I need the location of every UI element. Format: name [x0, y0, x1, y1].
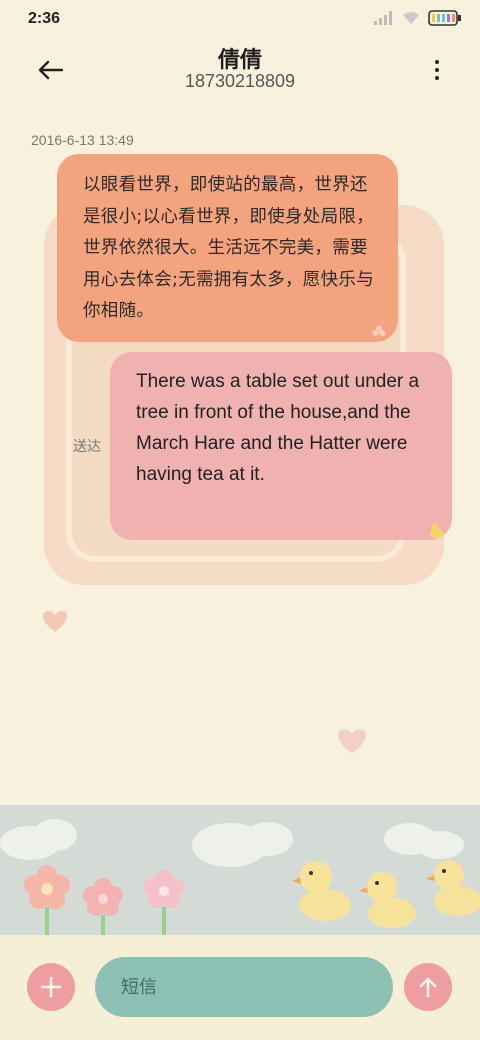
wifi-icon — [403, 12, 419, 24]
contact-name: 倩倩 — [217, 48, 262, 73]
status-icons — [374, 10, 462, 26]
scenery-illustration — [0, 805, 480, 935]
plus-icon — [40, 976, 62, 998]
add-attachment-button[interactable] — [27, 963, 75, 1011]
incoming-message-bubble[interactable]: 以眼看世界，即使站的最高，世界还是很小;以心看世界，即使身处局限，世界依然很大。… — [57, 154, 398, 342]
heart-decoration-icon — [43, 611, 67, 632]
battery-icon — [428, 10, 461, 26]
decorative-scenery — [0, 805, 480, 935]
more-vertical-icon — [435, 60, 439, 64]
message-input[interactable] — [95, 957, 393, 1017]
outgoing-message-bubble[interactable]: There was a table set out under a tree i… — [110, 352, 452, 540]
arrow-up-icon — [419, 977, 437, 998]
send-button[interactable] — [404, 963, 452, 1011]
heart-decoration-icon — [338, 729, 366, 754]
contact-phone-number: 18730218809 — [184, 71, 296, 91]
more-options-button[interactable] — [430, 54, 444, 86]
signal-icon — [374, 11, 392, 25]
status-time: 2:36 — [28, 10, 61, 27]
duck-decoration-icon — [428, 524, 444, 539]
conversation-header: 倩倩 18730218809 — [0, 40, 480, 106]
status-bar: 2:36 — [0, 0, 480, 40]
message-timestamp: 2016-6-13 13:49 — [31, 132, 134, 148]
message-delivered-status: 送达 — [73, 439, 101, 455]
flower-decoration-icon — [372, 325, 386, 336]
